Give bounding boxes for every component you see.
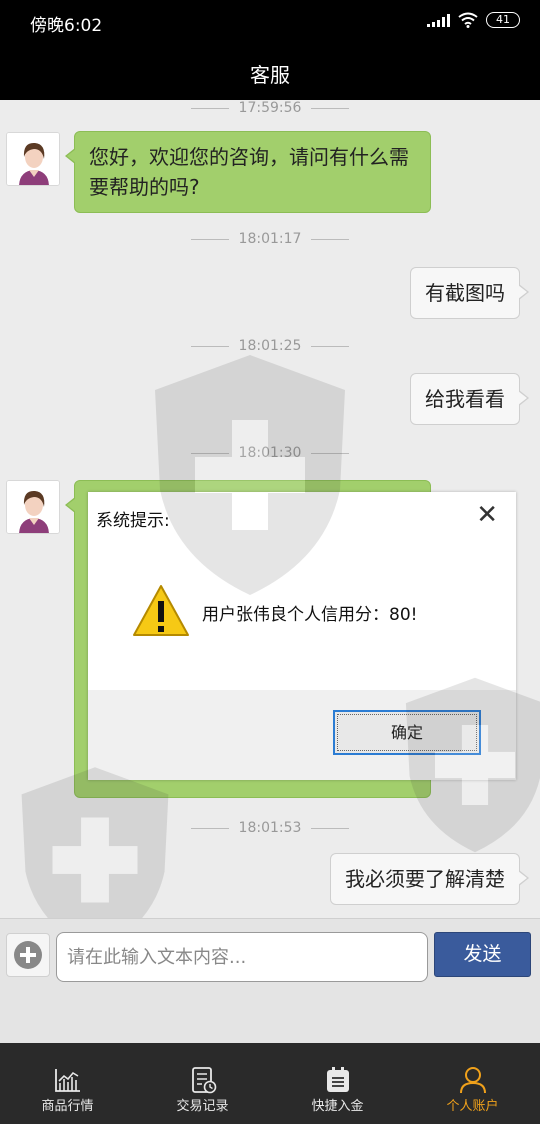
agent-avatar[interactable] bbox=[6, 480, 60, 534]
avatar-icon bbox=[7, 133, 59, 185]
timestamp: 17:59:56 bbox=[0, 100, 540, 116]
tab-label: 商品行情 bbox=[41, 1099, 94, 1114]
dialog-body: 系统提示: ✕ 用户张伟良个人信用分：80! bbox=[88, 492, 516, 690]
credit-score-dialog-image[interactable]: 系统提示: ✕ 用户张伟良个人信用分：80! 确定 bbox=[88, 492, 516, 780]
tab-label: 个人账户 bbox=[446, 1099, 499, 1114]
page-title: 客服 bbox=[250, 63, 290, 87]
tab-label: 交易记录 bbox=[176, 1099, 229, 1114]
market-chart-icon bbox=[55, 1069, 80, 1092]
account-icon bbox=[460, 1067, 486, 1094]
timestamp: 18:01:30 bbox=[0, 445, 540, 461]
message-bubble-agent[interactable]: 您好，欢迎您的咨询，请问有什么需要帮助的吗? bbox=[65, 131, 431, 213]
timestamp: 18:01:17 bbox=[0, 231, 540, 247]
avatar-icon bbox=[7, 481, 59, 533]
plus-button[interactable] bbox=[6, 933, 50, 977]
close-icon: ✕ bbox=[476, 500, 498, 530]
trade-record-icon bbox=[192, 1067, 217, 1094]
agent-avatar[interactable] bbox=[6, 132, 60, 186]
timestamp: 18:01:53 bbox=[0, 820, 540, 836]
warning-icon bbox=[133, 585, 189, 636]
send-button[interactable]: 发送 bbox=[434, 932, 531, 977]
status-time: 傍晚6:02 bbox=[30, 16, 103, 36]
plus-icon bbox=[14, 941, 42, 969]
dialog-message: 用户张伟良个人信用分：80! bbox=[202, 605, 418, 625]
timestamp: 18:01:25 bbox=[0, 338, 540, 354]
tab-market[interactable]: 商品行情 bbox=[0, 1043, 135, 1124]
message-bubble-user[interactable]: 给我看看 bbox=[410, 373, 529, 425]
tab-trade-records[interactable]: 交易记录 bbox=[135, 1043, 270, 1124]
message-input[interactable] bbox=[56, 932, 428, 982]
wifi-icon bbox=[458, 12, 478, 28]
deposit-icon bbox=[327, 1067, 349, 1092]
dialog-title: 系统提示: bbox=[96, 511, 170, 531]
signal-icon bbox=[427, 13, 450, 27]
status-bar: 傍晚6:02 41 bbox=[0, 0, 540, 44]
title-bar: 客服 bbox=[0, 44, 540, 100]
status-icons: 41 bbox=[427, 12, 520, 28]
tab-account[interactable]: 个人账户 bbox=[405, 1043, 540, 1124]
chat-area[interactable]: 17:59:56 您好，欢迎您的咨询，请问有什么需要帮助的吗? 18:01:17… bbox=[0, 100, 540, 918]
message-bubble-user[interactable]: 有截图吗 bbox=[410, 267, 529, 319]
bottom-tabbar: 商品行情 交易记录 快捷入金 个人账户 bbox=[0, 1043, 540, 1124]
tab-label: 快捷入金 bbox=[311, 1099, 364, 1114]
tab-quick-deposit[interactable]: 快捷入金 bbox=[270, 1043, 405, 1124]
input-bar: 发送 bbox=[0, 918, 540, 1043]
battery-indicator: 41 bbox=[486, 12, 520, 28]
confirm-button: 确定 bbox=[333, 710, 481, 755]
message-bubble-user[interactable]: 我必须要了解清楚 bbox=[330, 853, 529, 905]
